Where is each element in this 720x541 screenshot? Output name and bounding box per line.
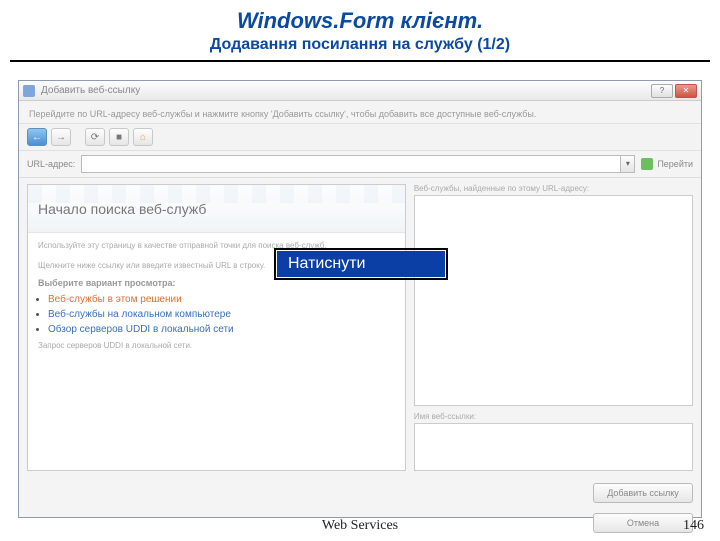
banner-title: Начало поиска веб-служб (38, 201, 206, 217)
slide-number: 146 (683, 518, 704, 534)
slide-title-sub: Додавання посилання на службу (1/2) (0, 36, 720, 54)
go-arrow-icon (641, 158, 653, 170)
nav-refresh-button[interactable]: ⟳ (85, 128, 105, 146)
window-buttons: ? ✕ (651, 84, 697, 98)
title-divider (10, 60, 710, 62)
results-pane: Веб-службы, найденные по этому URL-адрес… (414, 184, 693, 471)
help-button[interactable]: ? (651, 84, 673, 98)
list-item: Обзор серверов UDDI в локальной сети (48, 322, 399, 337)
start-search-banner: Начало поиска веб-служб (28, 185, 405, 233)
list-item: Веб-службы в этом решении (48, 292, 399, 307)
slide-footer: Web Services (0, 518, 720, 534)
add-row: Добавить ссылку (19, 477, 701, 509)
nav-stop-button[interactable]: ■ (109, 128, 129, 146)
close-button[interactable]: ✕ (675, 84, 697, 98)
browser-navbar: ← → ⟳ ■ ⌂ (19, 123, 701, 151)
dialog-title: Добавить веб-ссылку (41, 85, 651, 96)
go-label: Перейти (657, 159, 693, 169)
uddi-note: Запрос серверов UDDI в локальной сети. (28, 339, 405, 352)
url-input[interactable] (81, 155, 621, 173)
add-web-reference-dialog: Добавить веб-ссылку ? ✕ Перейдите по URL… (18, 80, 702, 518)
list-item: Веб-службы на локальном компьютере (48, 307, 399, 322)
nav-forward-button[interactable]: → (51, 128, 71, 146)
slide-title: Windows.Form клієнт. Додавання посилання… (0, 0, 720, 56)
nav-home-button[interactable]: ⌂ (133, 128, 153, 146)
url-label: URL-адрес: (27, 159, 75, 169)
url-row: URL-адрес: ▾ Перейти (19, 151, 701, 177)
go-button[interactable]: Перейти (641, 158, 693, 170)
reference-name-label: Имя веб-ссылки: (414, 412, 693, 421)
dialog-instruction: Перейдите по URL-адресу веб-службы и наж… (19, 101, 701, 123)
link-uddi-servers[interactable]: Обзор серверов UDDI в локальной сети (48, 324, 234, 335)
slide-title-main: Windows.Form клієнт. (0, 8, 720, 34)
browser-pane: Начало поиска веб-служб Используйте эту … (27, 184, 406, 471)
dialog-titlebar: Добавить веб-ссылку ? ✕ (19, 81, 701, 101)
link-services-in-solution[interactable]: Веб-службы в этом решении (48, 294, 182, 305)
url-dropdown-button[interactable]: ▾ (621, 155, 635, 173)
link-services-local[interactable]: Веб-службы на локальном компьютере (48, 309, 231, 320)
options-list: Веб-службы в этом решении Веб-службы на … (28, 290, 405, 339)
dialog-body: Начало поиска веб-служб Используйте эту … (19, 177, 701, 477)
found-services-listbox[interactable] (414, 195, 693, 406)
callout-annotation: Натиснути (277, 251, 445, 277)
reference-name-input[interactable] (414, 423, 693, 471)
nav-back-button[interactable]: ← (27, 128, 47, 146)
found-services-label: Веб-службы, найденные по этому URL-адрес… (414, 184, 693, 193)
dialog-icon (23, 85, 35, 97)
add-reference-button[interactable]: Добавить ссылку (593, 483, 693, 503)
